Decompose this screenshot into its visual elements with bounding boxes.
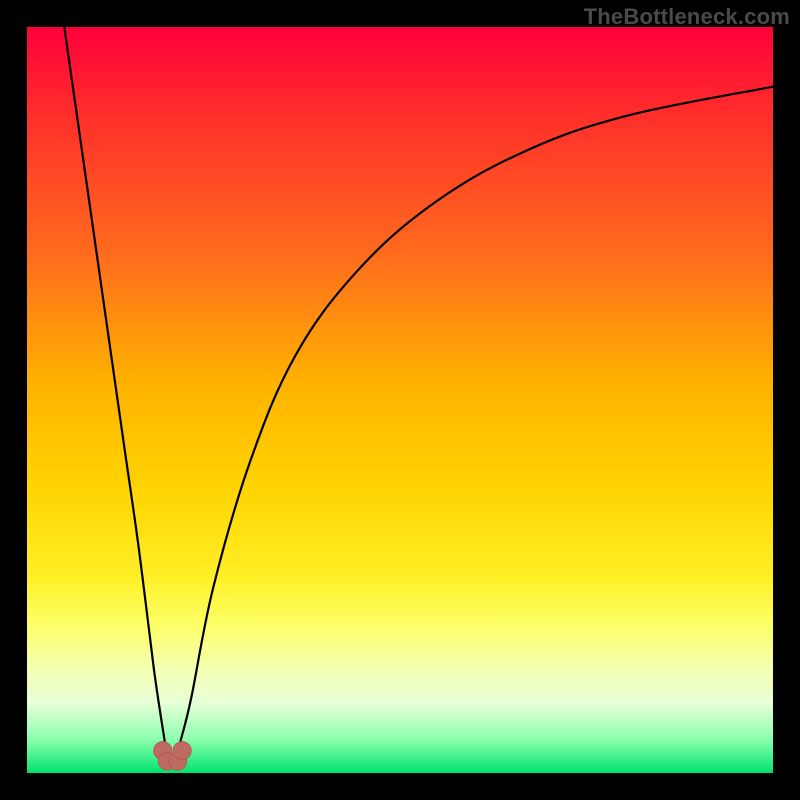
plot-area <box>27 27 773 773</box>
chart-frame: TheBottleneck.com <box>0 0 800 800</box>
gradient-background <box>27 27 773 773</box>
plot-svg <box>27 27 773 773</box>
bottleneck-marker <box>173 742 191 760</box>
watermark-text: TheBottleneck.com <box>584 4 790 30</box>
